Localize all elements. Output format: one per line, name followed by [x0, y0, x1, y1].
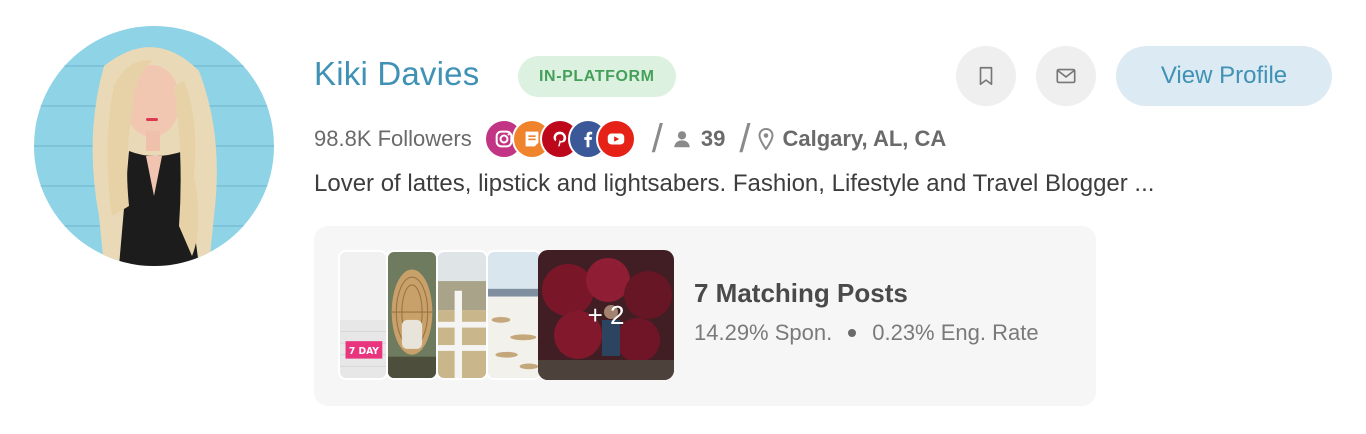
- profile-avatar[interactable]: [34, 26, 274, 266]
- matching-posts-card[interactable]: 7 DAY + 2 7 Matching Posts 14.29% Spon. …: [314, 226, 1096, 406]
- bookmark-icon: [979, 66, 993, 86]
- youtube-icon[interactable]: [595, 119, 636, 159]
- platform-status-badge: IN-PLATFORM: [518, 56, 676, 97]
- divider: /: [739, 117, 751, 161]
- post-thumbnail[interactable]: [436, 250, 488, 380]
- social-platforms: [483, 117, 638, 161]
- separator-dot: [848, 329, 857, 337]
- mail-icon: [1056, 68, 1076, 84]
- matching-posts-title: 7 Matching Posts: [694, 278, 908, 308]
- more-posts-count: + 2: [587, 299, 625, 330]
- audience-reach-count: 39: [700, 126, 726, 151]
- post-thumbnail[interactable]: [486, 250, 542, 380]
- sponsored-rate: 14.29% Spon.: [694, 320, 833, 345]
- avatar-photo: [34, 26, 274, 266]
- divider: /: [651, 117, 663, 161]
- person-icon: [671, 128, 693, 150]
- influencer-name[interactable]: Kiki Davies: [314, 55, 479, 93]
- post-thumbnail[interactable]: 7 DAY: [338, 250, 388, 380]
- bookmark-button[interactable]: [956, 46, 1016, 106]
- post-thumbnail-more[interactable]: + 2: [538, 250, 674, 380]
- thumb-label: 7 DAY: [349, 346, 379, 357]
- profile-stats-row: 98.8K Followers / 39 / Calgary, AL, CA: [314, 116, 946, 162]
- matching-posts-stats: 14.29% Spon. 0.23% Eng. Rate: [694, 320, 1039, 346]
- message-button[interactable]: [1036, 46, 1096, 106]
- location-pin-icon: [758, 128, 774, 150]
- post-thumbnail[interactable]: [386, 250, 438, 380]
- location-text: Calgary, AL, CA: [782, 126, 947, 151]
- profile-bio: Lover of lattes, lipstick and lightsaber…: [314, 170, 1155, 197]
- view-profile-button[interactable]: View Profile: [1116, 46, 1332, 106]
- engagement-rate: 0.23% Eng. Rate: [872, 320, 1039, 345]
- followers-count: 98.8K Followers: [314, 126, 472, 151]
